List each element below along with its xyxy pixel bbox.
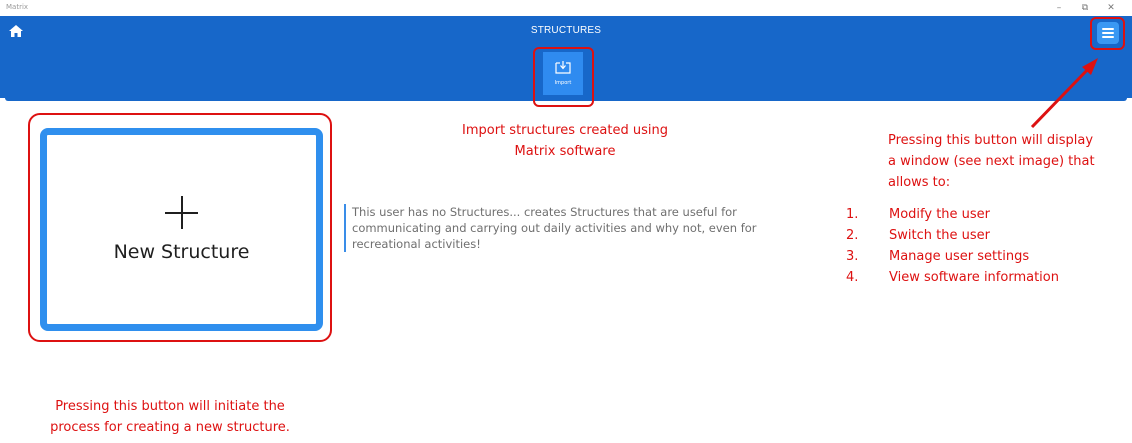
menu-annotation-line: allows to:: [888, 175, 951, 190]
annotation-arrow-icon: [1030, 58, 1098, 129]
import-annotation: Import structures created using Matrix s…: [400, 120, 730, 162]
import-annotation-line: Import structures created using: [462, 123, 668, 138]
menu-annotation-line: Pressing this button will display: [888, 133, 1094, 148]
new-structure-highlight-box: [28, 113, 332, 342]
import-highlight-box: [533, 47, 594, 107]
new-structure-annotation: Pressing this button will initiate the p…: [20, 396, 320, 438]
menu-annotation-line: a window (see next image) that: [888, 154, 1095, 169]
app-header: STRUCTURES: [0, 16, 1132, 48]
menu-annotation: Pressing this button will display a wind…: [888, 130, 1128, 193]
new-structure-annotation-line: process for creating a new structure.: [50, 420, 290, 435]
new-structure-annotation-line: Pressing this button will initiate the: [55, 399, 285, 414]
window-titlebar: Matrix – ⧉ ✕: [0, 0, 1132, 16]
import-annotation-line: Matrix software: [514, 144, 616, 159]
minimize-button[interactable]: –: [1050, 0, 1068, 16]
menu-highlight-box: [1090, 17, 1125, 50]
list-item: 1. Modify the user: [846, 207, 991, 222]
empty-state-message: This user has no Structures... creates S…: [344, 204, 804, 252]
maximize-button[interactable]: ⧉: [1076, 0, 1094, 16]
list-item: 3. Manage user settings: [846, 249, 1030, 264]
close-button[interactable]: ✕: [1102, 0, 1120, 16]
list-item: 2. Switch the user: [846, 228, 990, 243]
list-item: 4. View software information: [846, 270, 1059, 285]
window-title: Matrix: [6, 3, 29, 11]
menu-annotation-list: 1. Modify the user 2. Switch the user 3. Ma…: [846, 204, 1126, 288]
page-title: STRUCTURES: [530, 25, 602, 36]
